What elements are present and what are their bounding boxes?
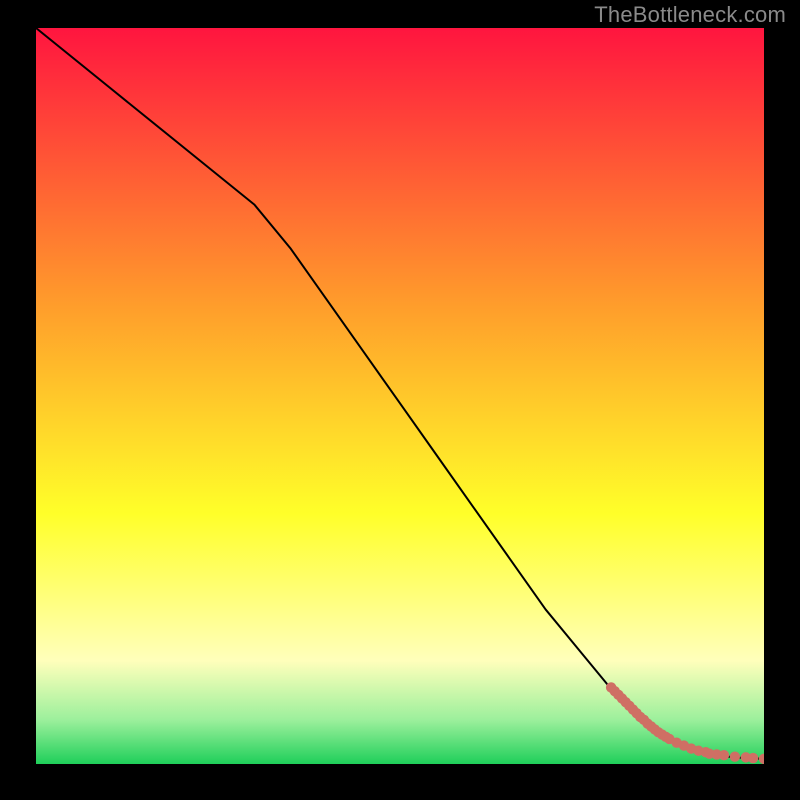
gradient-background xyxy=(36,28,764,764)
bottleneck-chart-svg xyxy=(36,28,764,764)
data-point-marker xyxy=(719,750,729,760)
plot-area xyxy=(36,28,764,764)
data-point-marker xyxy=(748,753,758,763)
watermark-text: TheBottleneck.com xyxy=(594,2,786,28)
chart-frame: TheBottleneck.com xyxy=(0,0,800,800)
data-point-marker xyxy=(730,751,740,761)
